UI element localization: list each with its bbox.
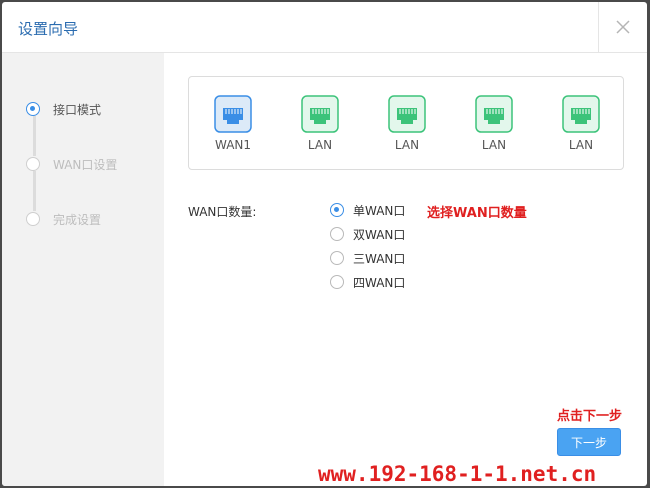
port-label: WAN1 — [214, 138, 252, 152]
close-button[interactable] — [598, 2, 647, 52]
watermark-text: www.192-168-1-1.net.cn — [318, 462, 597, 486]
step-indicator-active — [26, 102, 40, 116]
ethernet-port-icon — [475, 95, 513, 133]
radio-single-wan[interactable]: 单WAN口 — [330, 201, 405, 219]
step-finish: 完成设置 — [26, 210, 101, 228]
next-button[interactable]: 下一步 — [557, 428, 621, 456]
ethernet-port-icon — [301, 95, 339, 133]
port-lan: LAN — [556, 95, 606, 152]
radio-button-checked[interactable] — [330, 203, 344, 217]
step-wan-settings: WAN口设置 — [26, 155, 117, 173]
ethernet-port-icon — [388, 95, 426, 133]
step-interface-mode: 接口模式 — [26, 100, 101, 118]
port-lan: LAN — [469, 95, 519, 152]
radio-label: 单WAN口 — [353, 203, 406, 218]
setup-wizard-dialog: 设置向导 接口模式 WAN口设置 完成设置 WAN1 LAN LAN LAN L… — [2, 2, 647, 486]
step-label: WAN口设置 — [53, 157, 118, 172]
ethernet-port-icon — [214, 95, 252, 133]
step-indicator — [26, 157, 40, 171]
radio-label: 双WAN口 — [353, 227, 406, 242]
port-label: LAN — [307, 138, 333, 152]
wan-count-label: WAN口数量: — [188, 205, 257, 219]
dialog-header: 设置向导 — [2, 2, 647, 53]
wan-count-hint: 选择WAN口数量 — [427, 206, 527, 221]
ethernet-port-icon — [562, 95, 600, 133]
radio-dual-wan[interactable]: 双WAN口 — [330, 225, 405, 243]
port-lan: LAN — [382, 95, 432, 152]
port-lan: LAN — [295, 95, 345, 152]
radio-quad-wan[interactable]: 四WAN口 — [330, 273, 405, 291]
radio-label: 三WAN口 — [353, 251, 406, 266]
step-indicator — [26, 212, 40, 226]
close-icon — [616, 20, 630, 34]
wizard-steps-sidebar: 接口模式 WAN口设置 完成设置 — [2, 53, 164, 486]
step-connector — [33, 171, 36, 211]
port-label: LAN — [568, 138, 594, 152]
radio-button[interactable] — [330, 275, 344, 289]
step-label: 接口模式 — [53, 102, 102, 117]
port-label: LAN — [481, 138, 507, 152]
step-label: 完成设置 — [53, 212, 102, 227]
port-label: LAN — [394, 138, 420, 152]
port-wan1: WAN1 — [208, 95, 258, 152]
radio-label: 四WAN口 — [353, 275, 406, 290]
radio-triple-wan[interactable]: 三WAN口 — [330, 249, 405, 267]
radio-button[interactable] — [330, 227, 344, 241]
step-connector — [33, 116, 36, 156]
radio-button[interactable] — [330, 251, 344, 265]
next-hint: 点击下一步 — [557, 409, 623, 424]
dialog-title: 设置向导 — [18, 20, 79, 38]
port-panel: WAN1 LAN LAN LAN LAN — [188, 76, 624, 170]
